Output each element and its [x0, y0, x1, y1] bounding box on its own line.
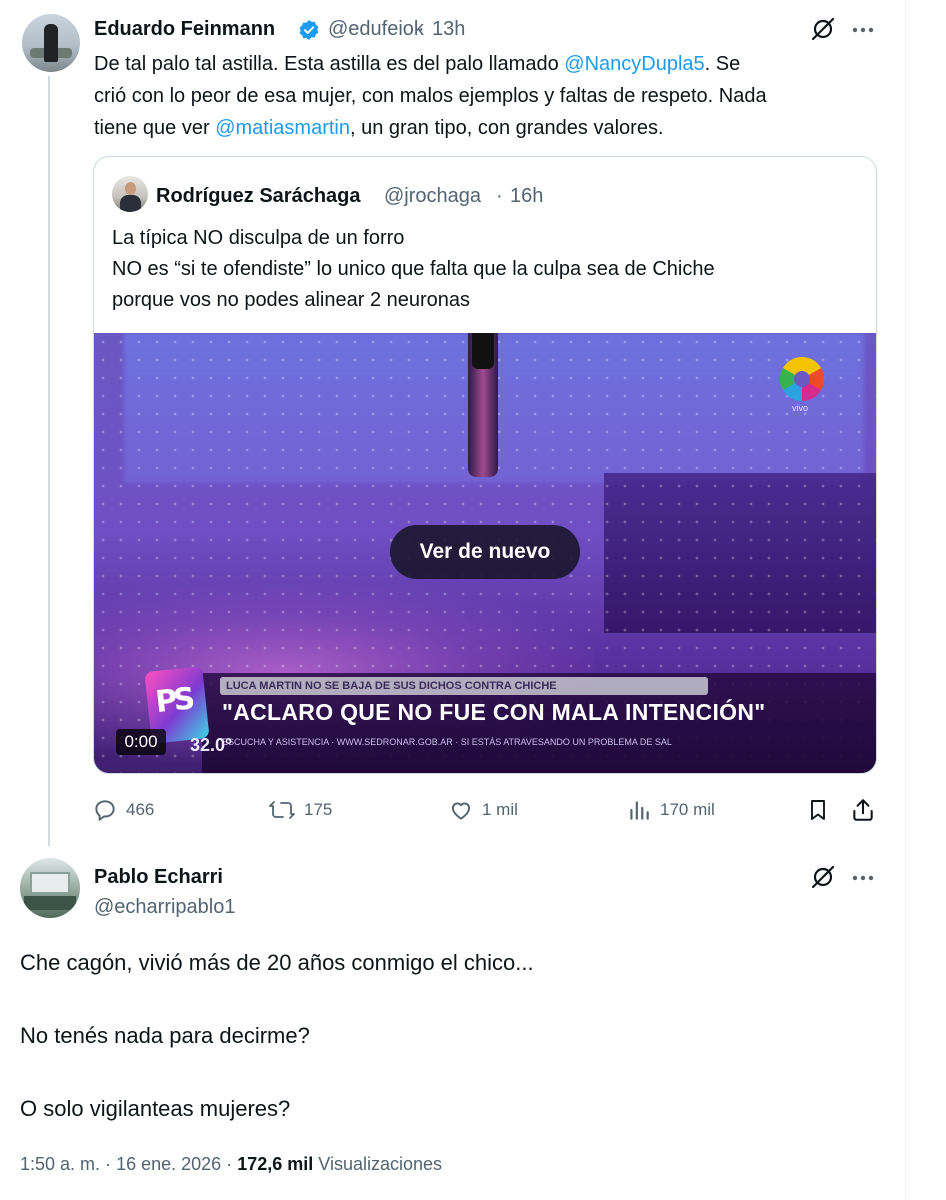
quote-line-1: La típica NO disculpa de un forro — [112, 227, 405, 249]
views-button[interactable]: 170 mil — [626, 796, 715, 824]
tweet-time[interactable]: 13h — [432, 18, 465, 41]
quote-author-name[interactable]: Rodríguez Saráchaga — [156, 185, 361, 208]
share-icon — [853, 799, 873, 821]
author-handle[interactable]: @edufeiok — [328, 18, 424, 41]
lower-third-headline: "ACLARO QUE NO FUE CON MALA INTENCIÓN" — [222, 699, 766, 725]
repost-count: 175 — [304, 800, 333, 819]
bookmark-icon — [811, 800, 825, 820]
thread-line — [48, 76, 50, 846]
like-count: 1 mil — [482, 800, 518, 819]
more-icon[interactable] — [850, 868, 876, 888]
footer-dot: · — [105, 1154, 112, 1174]
footer-views-count: 172,6 mil — [237, 1154, 314, 1174]
tweet-footer: 1:50 a. m. · 16 ene. 2026 · 172,6 mil Vi… — [20, 1154, 442, 1175]
author-handle-pablo[interactable]: @echarripablo1 — [94, 896, 236, 919]
quote-time[interactable]: 16h — [510, 185, 543, 208]
mention-matiasmartin[interactable]: @matiasmartin — [215, 117, 350, 139]
quoted-tweet[interactable]: Rodríguez Saráchaga @jrochaga · 16h La t… — [93, 156, 877, 774]
more-icon[interactable] — [850, 20, 876, 40]
tweet2-line-3: O solo vigilanteas mujeres? — [20, 1096, 291, 1121]
replay-button[interactable]: Ver de nuevo — [390, 525, 580, 579]
bookmark-button[interactable] — [806, 796, 838, 824]
channel-logo-icon — [780, 357, 824, 401]
views-chart-icon — [630, 801, 649, 820]
mention-nancy[interactable]: @NancyDupla5 — [564, 53, 704, 75]
quote-line-2: NO es “si te ofendiste” lo unico que fal… — [112, 258, 715, 280]
repost-button[interactable]: 175 — [268, 796, 332, 824]
tweet-action-bar: 466 175 1 mil 170 mil — [92, 796, 882, 826]
footer-dot: · — [226, 1154, 233, 1174]
tweet-text-part: De tal palo tal astilla. Esta astilla es… — [94, 53, 565, 75]
video-microphone-top — [472, 333, 494, 369]
share-button[interactable] — [850, 796, 884, 824]
tweet2-line-2: No tenés nada para decirme? — [20, 1023, 310, 1048]
tweet-text-part: , un gran tipo, con grandes valores. — [349, 117, 664, 139]
lower-third-subtitle: LUCA MARTIN NO SE BAJA DE SUS DICHOS CON… — [220, 677, 708, 695]
tweet2-line-1: Che cagón, vivió más de 20 años conmigo … — [20, 950, 534, 975]
views-count: 170 mil — [660, 800, 715, 819]
footer-time[interactable]: 1:50 a. m. — [20, 1154, 100, 1174]
meta-dot: · — [418, 18, 425, 40]
temperature: 32.0° — [190, 735, 233, 755]
avatar-pablo[interactable] — [20, 858, 80, 918]
tweet-body: De tal palo tal astilla. Esta astilla es… — [94, 48, 767, 144]
grok-icon[interactable] — [810, 16, 836, 42]
like-button[interactable]: 1 mil — [448, 796, 518, 824]
verified-badge-icon — [299, 20, 319, 40]
avatar-eduardo[interactable] — [22, 14, 80, 72]
reply-icon — [95, 800, 115, 821]
heart-icon — [451, 802, 471, 820]
quote-line-3: porque vos no podes alinear 2 neuronas — [112, 289, 471, 311]
lower-third-ticker: ESCUCHA Y ASISTENCIA · WWW.SEDRONAR.GOB.… — [222, 737, 672, 747]
quote-body: La típica NO disculpa de un forro NO es … — [112, 223, 715, 316]
repost-icon — [269, 801, 295, 819]
quote-author-handle[interactable]: @jrochaga — [384, 185, 481, 208]
page-edge — [905, 0, 906, 1200]
author-name-pablo[interactable]: Pablo Echarri — [94, 866, 223, 889]
reply-button[interactable]: 466 — [92, 796, 154, 824]
footer-date[interactable]: 16 ene. 2026 — [116, 1154, 221, 1174]
avatar-rodriguez[interactable] — [112, 176, 148, 212]
video-player[interactable]: vivo LUCA MARTIN NO SE BAJA DE SUS DICHO… — [94, 333, 876, 773]
tweet-line-3: tiene que ver @matiasmartin, un gran tip… — [94, 112, 767, 144]
reply-count: 466 — [126, 800, 155, 819]
footer-views-label: Visualizaciones — [318, 1154, 443, 1174]
author-name[interactable]: Eduardo Feinmann — [94, 18, 275, 41]
tweet-text-part: tiene que ver — [94, 117, 216, 139]
video-timer: 0:00 — [116, 729, 166, 755]
tweet-line-2: crió con lo peor de esa mujer, con malos… — [94, 85, 767, 107]
channel-tag: vivo — [792, 403, 809, 413]
tweet-text-part: . Se — [704, 53, 741, 75]
tweet-line-1: De tal palo tal astilla. Esta astilla es… — [94, 48, 767, 80]
grok-icon[interactable] — [810, 864, 836, 890]
quote-meta-dot: · — [496, 185, 503, 207]
